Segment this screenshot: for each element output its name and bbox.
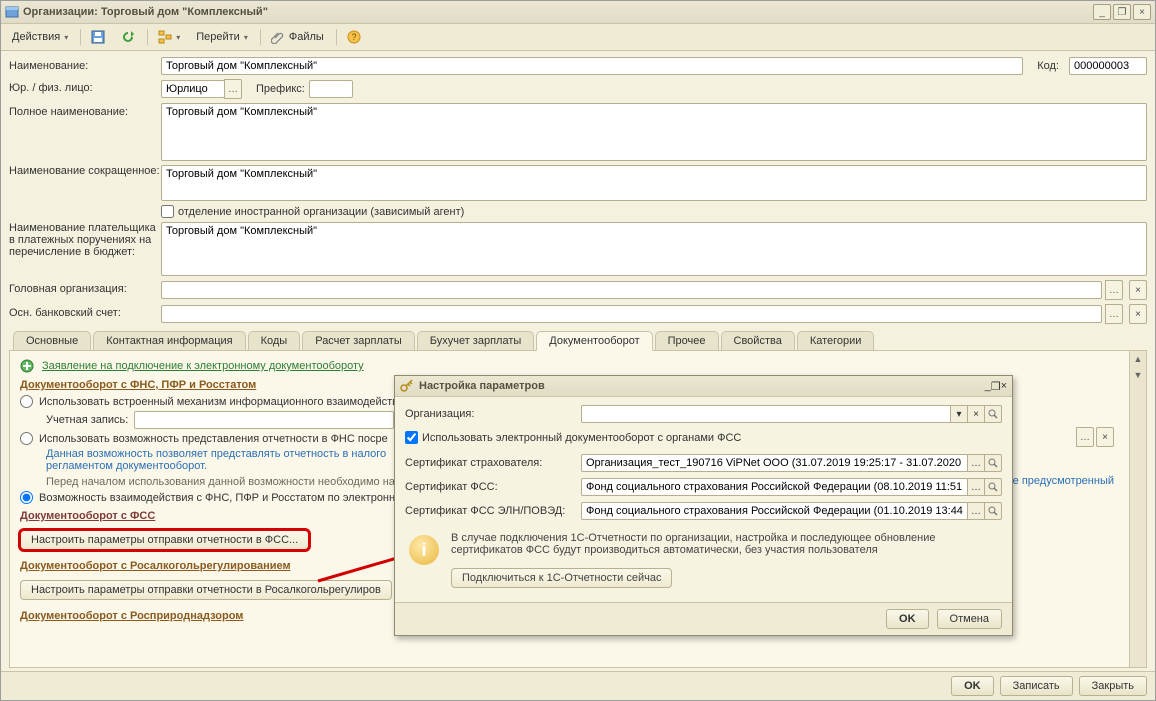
foreign-branch-label: отделение иностранной организации (завис…	[178, 206, 464, 218]
cert-insurer-select-button[interactable]: …	[968, 454, 985, 472]
toolbar-save-icon[interactable]	[84, 27, 112, 47]
bank-label: Осн. банковский счет:	[9, 304, 161, 319]
close-button[interactable]: Закрыть	[1079, 676, 1147, 696]
name-label: Наименование:	[9, 57, 161, 72]
ok-button[interactable]: OK	[951, 676, 994, 696]
cert-fss-eln-field[interactable]	[581, 502, 968, 520]
configure-fss-button[interactable]: Настроить параметры отправки отчетности …	[20, 530, 309, 550]
save-button[interactable]: Записать	[1000, 676, 1073, 696]
dialog-close-button[interactable]: ×	[1001, 380, 1007, 392]
code-label: Код:	[1037, 60, 1059, 72]
dialog-org-field[interactable]	[581, 405, 951, 423]
toolbar-refresh-icon[interactable]	[114, 27, 142, 47]
cert-insurer-field[interactable]	[581, 454, 968, 472]
settings-dialog: Настройка параметров _ ❐ × Организация: …	[394, 375, 1013, 636]
window-title: Организации: Торговый дом "Комплексный"	[23, 6, 268, 18]
dialog-org-label: Организация:	[405, 408, 581, 420]
application-link[interactable]: Заявление на подключение к электронному …	[42, 360, 364, 372]
dialog-org-search-button[interactable]	[985, 405, 1002, 423]
prefix-label: Префикс:	[256, 83, 305, 95]
shortname-label: Наименование сокращенное:	[9, 165, 161, 177]
cert-fss-label: Сертификат ФСС:	[405, 481, 581, 493]
cert-fss-search-button[interactable]	[985, 478, 1002, 496]
tab-контактная-информация[interactable]: Контактная информация	[93, 331, 245, 351]
dialog-use-edo-checkbox[interactable]: Использовать электронный документооборот…	[405, 431, 741, 444]
account-clear-button[interactable]: ×	[1096, 427, 1114, 447]
dialog-org-clear-button[interactable]: ×	[968, 405, 985, 423]
toolbar: Действия▾ ▾ Перейти▾ Файлы ?	[1, 24, 1155, 51]
dialog-restore-button[interactable]: ❐	[991, 380, 1001, 393]
toolbar-files[interactable]: Файлы	[264, 27, 331, 47]
head-org-label: Головная организация:	[9, 280, 161, 295]
account-select-button[interactable]: …	[1076, 427, 1094, 447]
head-org-field[interactable]	[161, 281, 1102, 299]
truncated-text-peek: не предусмотренный	[1007, 475, 1114, 487]
prefix-field[interactable]	[309, 80, 353, 98]
tab-расчет-зарплаты[interactable]: Расчет зарплаты	[302, 331, 415, 351]
cert-fss-eln-search-button[interactable]	[985, 502, 1002, 520]
bank-select-button[interactable]: …	[1105, 304, 1123, 324]
payer-label: Наименование плательщика в платежных пор…	[9, 222, 161, 258]
person-field[interactable]	[161, 80, 225, 98]
tab-основные[interactable]: Основные	[13, 331, 91, 351]
shortname-field[interactable]	[161, 165, 1147, 201]
window-close-button[interactable]: ×	[1133, 4, 1151, 20]
bank-clear-button[interactable]: ×	[1129, 304, 1147, 324]
tab-прочее[interactable]: Прочее	[655, 331, 719, 351]
dialog-org-dropdown-button[interactable]: ▾	[951, 405, 968, 423]
account-field[interactable]	[134, 411, 394, 429]
cert-fss-field[interactable]	[581, 478, 968, 496]
head-org-clear-button[interactable]: ×	[1129, 280, 1147, 300]
toolbar-actions[interactable]: Действия▾	[5, 27, 75, 47]
key-icon	[400, 379, 414, 393]
plus-icon	[20, 359, 34, 373]
fullname-field[interactable]	[161, 103, 1147, 161]
person-label: Юр. / физ. лицо:	[9, 79, 161, 94]
tab-категории[interactable]: Категории	[797, 331, 875, 351]
info-text: В случае подключения 1С-Отчетности по ор…	[451, 532, 998, 556]
cert-fss-eln-label: Сертификат ФСС ЭЛН/ПОВЭД:	[405, 505, 581, 517]
account-label: Учетная запись:	[46, 414, 128, 426]
info-icon: i	[409, 535, 439, 565]
foreign-branch-checkbox[interactable]	[161, 205, 174, 218]
cert-fss-eln-select-button[interactable]: …	[968, 502, 985, 520]
tab-коды[interactable]: Коды	[248, 331, 301, 351]
toolbar-help-icon[interactable]: ?	[340, 27, 368, 47]
app-icon	[5, 5, 19, 19]
svg-text:?: ?	[351, 32, 356, 42]
dialog-titlebar: Настройка параметров _ ❐ ×	[395, 376, 1012, 397]
titlebar: Организации: Торговый дом "Комплексный" …	[1, 1, 1155, 24]
footer: OK Записать Закрыть	[1, 671, 1155, 700]
connect-1c-button[interactable]: Подключиться к 1С-Отчетности сейчас	[451, 568, 672, 588]
cert-insurer-label: Сертификат страхователя:	[405, 457, 581, 469]
dialog-info-box: i В случае подключения 1С-Отчетности по …	[405, 526, 1002, 594]
bank-field[interactable]	[161, 305, 1102, 323]
configure-rar-button[interactable]: Настроить параметры отправки отчетности …	[20, 580, 392, 600]
dialog-cancel-button[interactable]: Отмена	[937, 609, 1002, 629]
payer-field[interactable]	[161, 222, 1147, 276]
cert-insurer-search-button[interactable]	[985, 454, 1002, 472]
cert-fss-select-button[interactable]: …	[968, 478, 985, 496]
head-org-select-button[interactable]: …	[1105, 280, 1123, 300]
tab-bar: ОсновныеКонтактная информацияКодыРасчет …	[9, 330, 1147, 350]
tab-бухучет-зарплаты[interactable]: Бухучет зарплаты	[417, 331, 535, 351]
code-field[interactable]	[1069, 57, 1147, 75]
tab-документооборот[interactable]: Документооборот	[536, 331, 652, 351]
fullname-label: Полное наименование:	[9, 103, 161, 118]
dialog-title: Настройка параметров	[419, 380, 545, 392]
window-restore-button[interactable]: ❐	[1113, 4, 1131, 20]
toolbar-structure-icon[interactable]: ▾	[151, 27, 187, 47]
person-select-button[interactable]: …	[224, 79, 242, 99]
toolbar-goto[interactable]: Перейти▾	[189, 27, 255, 47]
window-minimize-button[interactable]: _	[1093, 4, 1111, 20]
name-field[interactable]	[161, 57, 1023, 75]
tab-свойства[interactable]: Свойства	[721, 331, 795, 351]
clip-icon	[271, 30, 285, 44]
magnifier-icon	[988, 409, 998, 419]
dialog-ok-button[interactable]: OK	[886, 609, 929, 629]
